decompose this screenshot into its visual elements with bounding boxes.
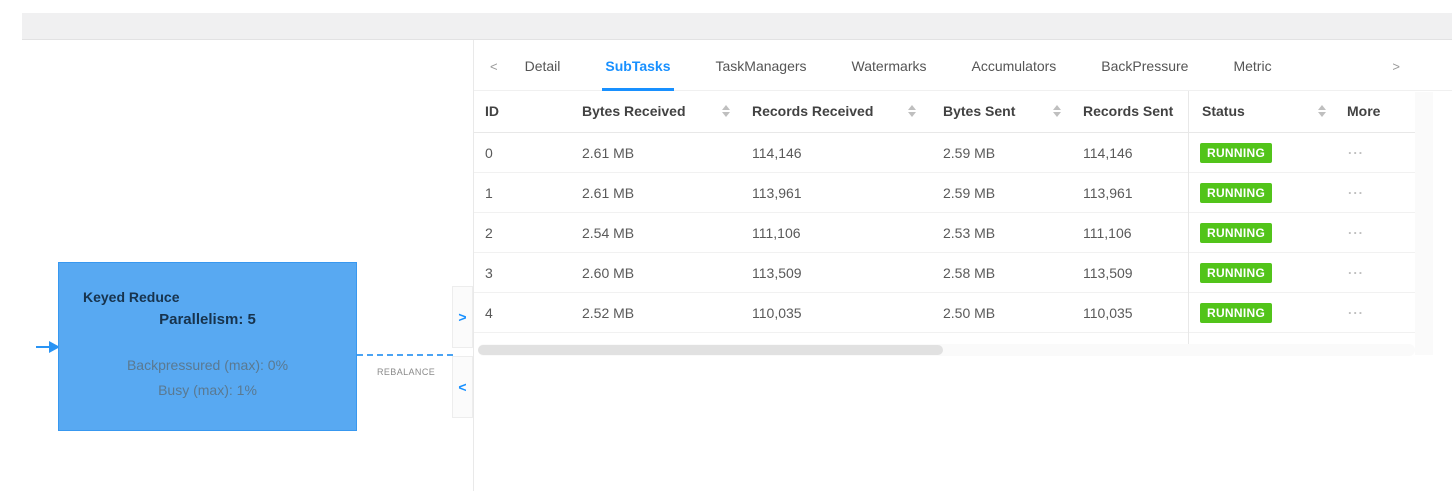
flink-job-detail-screen: Keyed Reduce Parallelism: 5 Backpressure… bbox=[0, 0, 1452, 491]
table-row: 4 2.52 MB 110,035 2.50 MB 110,035 RUNNIN… bbox=[474, 293, 1415, 333]
cell-records-received: 114,146 bbox=[752, 145, 802, 161]
chevron-right-icon: > bbox=[458, 309, 466, 325]
tab-backpressure[interactable]: BackPressure bbox=[1101, 42, 1188, 90]
tab-accumulators[interactable]: Accumulators bbox=[971, 42, 1056, 90]
fixed-column-divider bbox=[1188, 91, 1189, 356]
detail-tab-bar: < Detail SubTasks TaskManagers Watermark… bbox=[474, 42, 1452, 91]
column-header-bytes-sent: Bytes Sent bbox=[943, 103, 1015, 119]
cell-records-sent: 111,106 bbox=[1083, 225, 1132, 241]
cell-bytes-sent: 2.50 MB bbox=[943, 305, 995, 321]
subtasks-table-body: 0 2.61 MB 114,146 2.59 MB 114,146 RUNNIN… bbox=[474, 133, 1433, 333]
cell-bytes-sent: 2.59 MB bbox=[943, 185, 995, 201]
tabs-scroll-next-icon[interactable]: > bbox=[1392, 59, 1400, 74]
node-busy: Busy (max): 1% bbox=[59, 382, 356, 398]
cell-records-received: 111,106 bbox=[752, 225, 801, 241]
tab-taskmanagers[interactable]: TaskManagers bbox=[716, 42, 807, 90]
caret-up-icon bbox=[908, 105, 916, 110]
cell-records-sent: 114,146 bbox=[1083, 145, 1133, 161]
cell-records-sent: 113,509 bbox=[1083, 265, 1133, 281]
caret-down-icon bbox=[722, 112, 730, 117]
cell-id: 0 bbox=[485, 145, 493, 161]
tab-metric[interactable]: Metric bbox=[1233, 42, 1271, 90]
cell-bytes-received: 2.52 MB bbox=[582, 305, 634, 321]
more-actions-button[interactable]: ··· bbox=[1348, 225, 1364, 240]
cell-id: 1 bbox=[485, 185, 493, 201]
horizontal-scrollbar-track[interactable] bbox=[478, 344, 1415, 356]
more-actions-button[interactable]: ··· bbox=[1348, 265, 1364, 280]
caret-up-icon bbox=[722, 105, 730, 110]
cell-bytes-received: 2.60 MB bbox=[582, 265, 634, 281]
chevron-left-icon: < bbox=[458, 379, 466, 395]
horizontal-scrollbar-thumb[interactable] bbox=[478, 345, 943, 355]
cell-bytes-received: 2.61 MB bbox=[582, 145, 634, 161]
cell-bytes-sent: 2.53 MB bbox=[943, 225, 995, 241]
table-row: 3 2.60 MB 113,509 2.58 MB 113,509 RUNNIN… bbox=[474, 253, 1415, 293]
node-title: Keyed Reduce bbox=[83, 289, 179, 305]
cell-bytes-sent: 2.58 MB bbox=[943, 265, 995, 281]
caret-up-icon bbox=[1318, 105, 1326, 110]
cell-records-received: 110,035 bbox=[752, 305, 802, 321]
cell-id: 2 bbox=[485, 225, 493, 241]
caret-down-icon bbox=[908, 112, 916, 117]
collapse-panel-button[interactable]: < bbox=[452, 356, 473, 418]
subtasks-table-header: ID Bytes Received Records Received Bytes… bbox=[474, 91, 1433, 133]
cell-records-received: 113,961 bbox=[752, 185, 802, 201]
tabs-scroll-prev-icon[interactable]: < bbox=[490, 59, 498, 74]
cell-bytes-received: 2.61 MB bbox=[582, 185, 634, 201]
job-vertex-node[interactable]: Keyed Reduce Parallelism: 5 Backpressure… bbox=[58, 262, 357, 431]
node-backpressured: Backpressured (max): 0% bbox=[59, 357, 356, 373]
status-badge: RUNNING bbox=[1200, 183, 1272, 203]
cell-id: 4 bbox=[485, 305, 493, 321]
more-actions-button[interactable]: ··· bbox=[1348, 185, 1364, 200]
column-header-records-received: Records Received bbox=[752, 103, 873, 119]
edge-rebalance-label: REBALANCE bbox=[377, 367, 435, 377]
tab-watermarks[interactable]: Watermarks bbox=[852, 42, 927, 90]
sort-icon[interactable] bbox=[1053, 105, 1061, 117]
caret-down-icon bbox=[1053, 112, 1061, 117]
column-header-records-sent: Records Sent bbox=[1083, 103, 1173, 119]
tabs-list: Detail SubTasks TaskManagers Watermarks … bbox=[525, 42, 1272, 90]
cell-records-sent: 113,961 bbox=[1083, 185, 1133, 201]
cell-records-received: 113,509 bbox=[752, 265, 802, 281]
node-parallelism: Parallelism: 5 bbox=[59, 311, 356, 328]
cell-records-sent: 110,035 bbox=[1083, 305, 1133, 321]
expand-panel-button[interactable]: > bbox=[452, 286, 473, 348]
more-actions-button[interactable]: ··· bbox=[1348, 145, 1364, 160]
sort-icon[interactable] bbox=[722, 105, 730, 117]
sort-icon[interactable] bbox=[908, 105, 916, 117]
caret-down-icon bbox=[1318, 112, 1326, 117]
cell-bytes-received: 2.54 MB bbox=[582, 225, 634, 241]
tab-detail[interactable]: Detail bbox=[525, 42, 561, 90]
status-badge: RUNNING bbox=[1200, 303, 1272, 323]
table-row: 0 2.61 MB 114,146 2.59 MB 114,146 RUNNIN… bbox=[474, 133, 1415, 173]
more-actions-button[interactable]: ··· bbox=[1348, 305, 1364, 320]
column-header-more: More bbox=[1347, 103, 1380, 119]
tab-subtasks[interactable]: SubTasks bbox=[605, 42, 670, 90]
table-row: 2 2.54 MB 111,106 2.53 MB 111,106 RUNNIN… bbox=[474, 213, 1415, 253]
status-badge: RUNNING bbox=[1200, 263, 1272, 283]
column-header-status: Status bbox=[1202, 103, 1245, 119]
status-badge: RUNNING bbox=[1200, 223, 1272, 243]
table-row: 1 2.61 MB 113,961 2.59 MB 113,961 RUNNIN… bbox=[474, 173, 1415, 213]
cell-bytes-sent: 2.59 MB bbox=[943, 145, 995, 161]
top-header-bar bbox=[22, 13, 1452, 40]
table-scrollbar-gutter bbox=[1415, 92, 1433, 355]
output-edge-dashed-line bbox=[357, 354, 453, 356]
sort-icon[interactable] bbox=[1318, 105, 1326, 117]
column-header-bytes-received: Bytes Received bbox=[582, 103, 686, 119]
status-badge: RUNNING bbox=[1200, 143, 1272, 163]
caret-up-icon bbox=[1053, 105, 1061, 110]
cell-id: 3 bbox=[485, 265, 493, 281]
column-header-id: ID bbox=[485, 103, 499, 119]
